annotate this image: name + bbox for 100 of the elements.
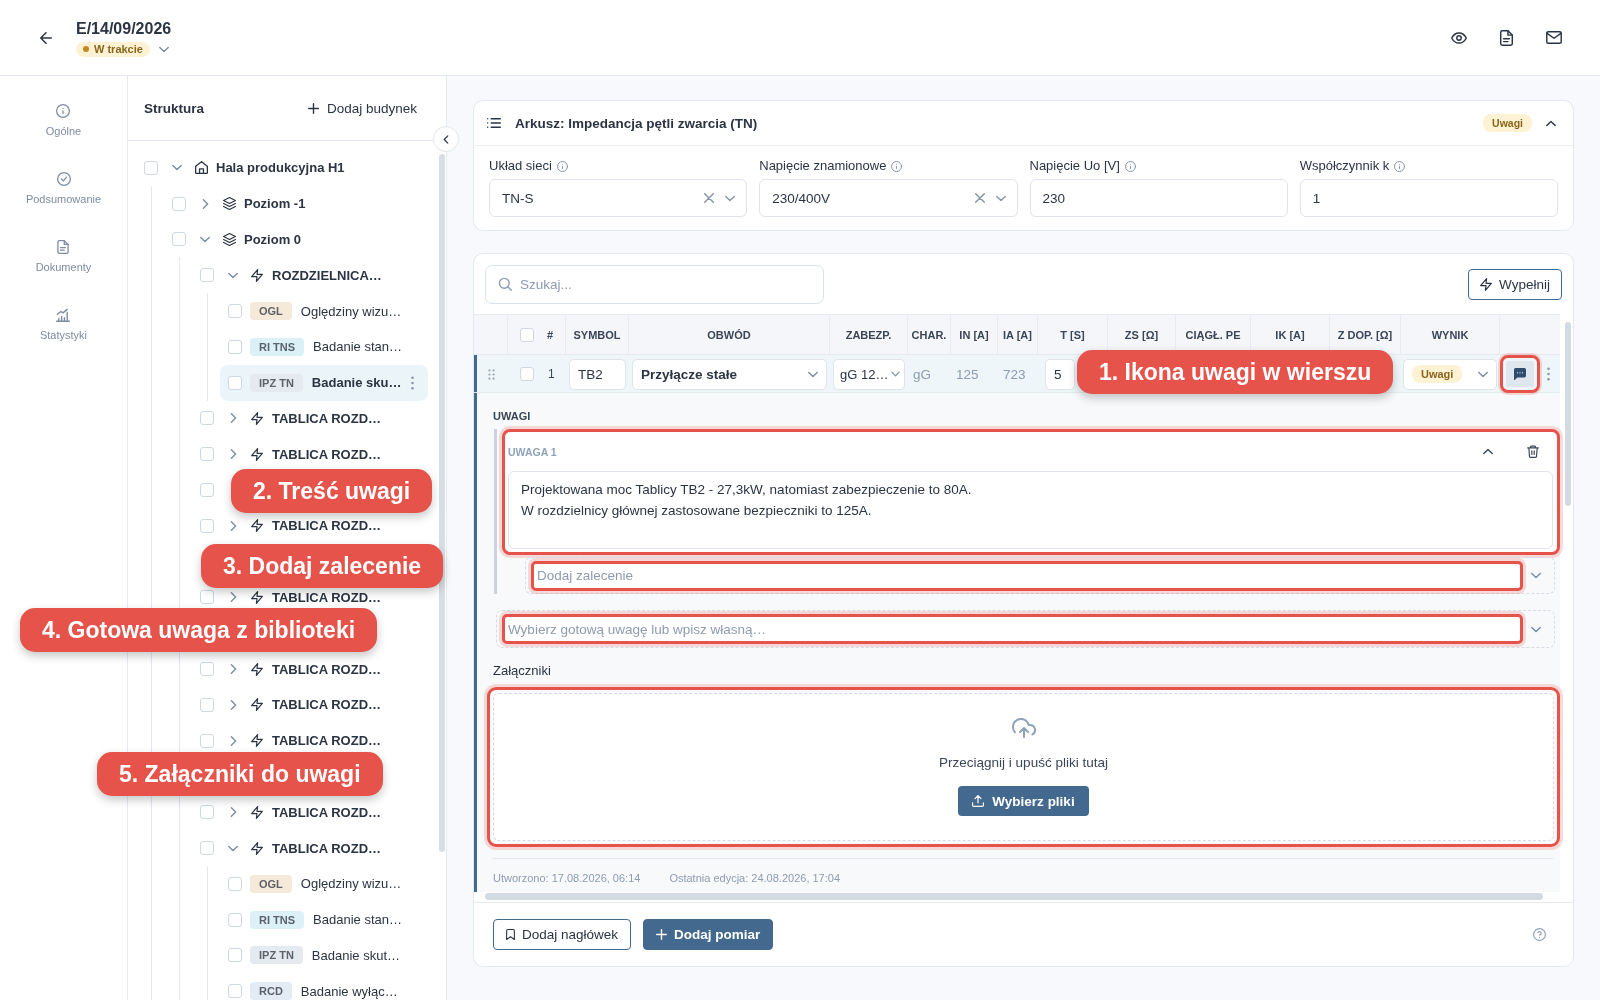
checkbox[interactable] — [200, 841, 214, 856]
note-text-field[interactable]: Projektowana moc Tablicy TB2 - 27,3kW, natomiast zabezpieczenie to 80A. W rozdzielnicy głównej zastosowane bezpieczniki to 125A. — [508, 471, 1553, 549]
text-field[interactable]: 230 — [1029, 179, 1288, 217]
tree-item-label[interactable]: Oględziny wizu… — [300, 303, 402, 319]
chevron-down-icon[interactable] — [1531, 572, 1541, 579]
chevron-down-icon[interactable] — [1531, 625, 1541, 633]
chevron-down-icon[interactable] — [808, 370, 818, 378]
tree-item-label[interactable]: Badanie stan… — [313, 912, 402, 928]
note-button[interactable] — [1500, 355, 1540, 393]
document-icon[interactable] — [1500, 29, 1513, 46]
tree-item-label[interactable]: Hala produkcyjna H1 — [216, 160, 345, 176]
tree-item-label[interactable]: Poziom 0 — [244, 232, 302, 247]
clear-icon[interactable] — [974, 193, 985, 203]
clear-icon[interactable] — [704, 193, 715, 203]
text-field[interactable]: 1 — [1299, 179, 1558, 217]
horizontal-scrollbar-thumb[interactable] — [485, 893, 1543, 900]
help-icon[interactable] — [1533, 928, 1546, 941]
add-header-button[interactable]: Dodaj nagłówek — [493, 919, 632, 950]
protection-select[interactable]: gG 12… — [833, 358, 905, 390]
tree-item-label[interactable]: Badanie sku… — [311, 375, 402, 391]
select-field[interactable]: 230/400V — [759, 179, 1018, 217]
time-field[interactable]: 5 — [1045, 358, 1075, 390]
nav-item[interactable]: Dokumenty — [35, 240, 92, 274]
tree-item-label[interactable]: TABLICA ROZD… — [272, 733, 382, 749]
chevron-up-icon[interactable] — [1483, 448, 1493, 455]
checkbox[interactable] — [228, 948, 242, 963]
tree-item-label[interactable]: TABLICA ROZD… — [272, 661, 382, 677]
drag-handle-icon[interactable] — [487, 368, 495, 380]
checkbox[interactable] — [228, 876, 242, 891]
tree-item-label[interactable]: TABLICA ROZD… — [272, 589, 382, 605]
checkbox[interactable] — [228, 304, 242, 319]
chevron-right-icon[interactable] — [229, 520, 237, 531]
tree-item-label[interactable]: TABLICA ROZD… — [272, 410, 382, 426]
checkbox[interactable] — [228, 375, 242, 390]
chevron-right-icon[interactable] — [229, 592, 237, 603]
tree-item-label[interactable]: TABLICA ROZD… — [272, 446, 382, 462]
checkbox[interactable] — [200, 483, 214, 498]
choose-files-button[interactable]: Wybierz pliki — [958, 786, 1089, 816]
chevron-right-icon[interactable] — [229, 664, 237, 675]
chevron-right-icon[interactable] — [229, 699, 237, 710]
tree-item-label[interactable]: Poziom -1 — [244, 196, 306, 212]
checkbox[interactable] — [200, 590, 214, 605]
checkbox[interactable] — [172, 232, 186, 247]
eye-icon[interactable] — [1451, 31, 1467, 44]
chevron-down-icon[interactable] — [158, 45, 169, 53]
checkbox[interactable] — [172, 196, 186, 211]
more-icon[interactable] — [411, 375, 414, 390]
file-dropzone[interactable]: Przeciągnij i upuść pliki tutaj Wybierz pliki — [487, 687, 1560, 847]
checkbox[interactable] — [228, 912, 242, 927]
checkbox[interactable] — [200, 733, 214, 748]
tree-item-label[interactable]: ROZDZIELNICA… — [272, 267, 382, 283]
chevron-down-icon[interactable] — [891, 371, 901, 377]
checkbox[interactable] — [228, 339, 242, 354]
chevron-down-icon[interactable] — [172, 164, 182, 172]
nav-item[interactable]: Ogólne — [45, 104, 82, 138]
tree-item-label[interactable]: Badanie skut… — [311, 947, 400, 963]
nav-item[interactable]: Statystyki — [39, 308, 88, 342]
back-arrow-icon[interactable] — [39, 31, 53, 44]
chevron-right-icon[interactable] — [201, 198, 209, 209]
circuit-select[interactable]: Przyłącze stałe — [632, 358, 827, 390]
chevron-down-icon[interactable] — [200, 236, 210, 243]
nav-item[interactable]: Podsumowanie — [25, 172, 102, 206]
checkbox[interactable] — [200, 697, 214, 712]
checkbox[interactable] — [200, 805, 214, 820]
chevron-right-icon[interactable] — [229, 413, 237, 424]
chevron-up-icon[interactable] — [1546, 119, 1556, 127]
chevron-right-icon[interactable] — [229, 449, 237, 460]
chevron-down-icon[interactable] — [725, 194, 736, 202]
checkbox[interactable] — [520, 367, 534, 381]
chevron-down-icon[interactable] — [995, 194, 1006, 202]
checkbox[interactable] — [200, 518, 214, 533]
select-field[interactable]: TN-S — [489, 179, 748, 217]
scrollbar-thumb[interactable] — [1565, 322, 1571, 506]
tree-item-label[interactable]: Badanie stan… — [313, 339, 402, 355]
fill-button[interactable]: Wypełnij — [1468, 268, 1562, 300]
trash-icon[interactable] — [1527, 445, 1539, 458]
more-icon[interactable] — [1547, 367, 1550, 381]
chevron-down-icon[interactable] — [228, 271, 238, 279]
checkbox[interactable] — [144, 160, 158, 175]
checkbox[interactable] — [200, 662, 214, 677]
tree-item-label[interactable]: Oględziny wizu… — [300, 876, 402, 892]
add-building-button[interactable]: Dodaj budynek — [307, 100, 417, 116]
mail-icon[interactable] — [1546, 31, 1562, 44]
symbol-field[interactable]: TB2 — [569, 358, 626, 390]
checkbox[interactable] — [228, 984, 242, 999]
checkbox[interactable] — [200, 411, 214, 426]
chevron-down-icon[interactable] — [228, 844, 238, 852]
chevron-down-icon[interactable] — [1478, 370, 1488, 378]
checkbox[interactable] — [200, 447, 214, 462]
result-select[interactable]: Uwagi — [1403, 358, 1497, 390]
chevron-right-icon[interactable] — [229, 807, 237, 818]
tree-item-label[interactable]: TABLICA ROZD… — [272, 804, 382, 820]
tree-item-label[interactable]: TABLICA ROZD… — [272, 697, 382, 713]
tree-item-label[interactable]: Badanie wyłąc… — [300, 983, 398, 999]
chevron-right-icon[interactable] — [229, 735, 237, 746]
collapse-panel-button[interactable] — [433, 126, 459, 152]
status-tag[interactable]: W trakcie — [76, 41, 150, 57]
tree-item-label[interactable]: TABLICA ROZD… — [272, 840, 382, 856]
selected-tree-row[interactable]: IPZ TN Badanie sku… — [220, 364, 428, 401]
add-measurement-button[interactable]: Dodaj pomiar — [643, 919, 774, 950]
